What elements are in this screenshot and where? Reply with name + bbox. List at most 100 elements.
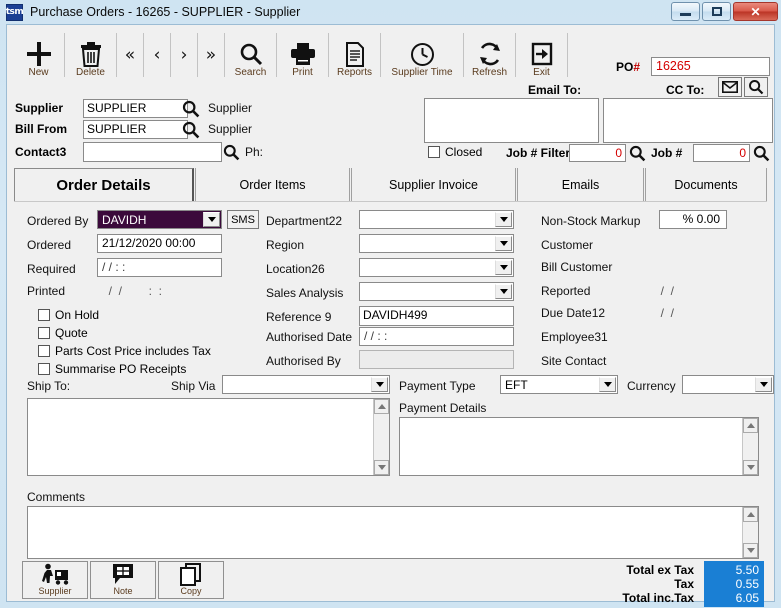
parts-cost-price-includes-tax-checkbox[interactable]: Parts Cost Price includes Tax: [38, 344, 211, 358]
region-select[interactable]: [359, 234, 514, 253]
chevron-down-icon[interactable]: [495, 284, 512, 299]
next-record-button[interactable]: ›: [173, 30, 195, 80]
contact-field[interactable]: [83, 142, 222, 162]
copy-icon: [179, 562, 203, 586]
job-filter-lookup-button[interactable]: [628, 144, 647, 163]
chevron-down-icon[interactable]: [371, 377, 388, 392]
chevron-down-icon[interactable]: [495, 260, 512, 275]
bill-from-field[interactable]: SUPPLIER: [83, 120, 188, 139]
toolbar-separator: [463, 33, 464, 77]
chevron-down-icon[interactable]: [203, 212, 220, 227]
department-label: Department22: [266, 214, 342, 228]
reported-value: / /: [654, 284, 674, 298]
chevron-down-icon[interactable]: [755, 377, 772, 392]
reports-button-label: Reports: [337, 67, 372, 78]
quote-checkbox[interactable]: Quote: [38, 326, 88, 340]
email-to-field[interactable]: [424, 98, 599, 143]
sms-button[interactable]: SMS: [227, 210, 259, 229]
chevron-down-icon[interactable]: [599, 377, 616, 392]
scroll-down-button[interactable]: [743, 460, 758, 475]
cc-to-field[interactable]: [603, 98, 773, 143]
sales-analysis-select[interactable]: [359, 282, 514, 301]
currency-select[interactable]: [682, 375, 774, 394]
contact-label: Contact3: [15, 145, 66, 159]
ship-to-label: Ship To:: [27, 379, 70, 393]
sales-analysis-label: Sales Analysis: [266, 286, 343, 300]
ship-to-textarea[interactable]: [27, 398, 390, 476]
search-icon: [753, 145, 770, 162]
job-number-field[interactable]: 0: [693, 144, 750, 162]
ship-via-select[interactable]: [222, 375, 390, 394]
toolbar-separator: [380, 33, 381, 77]
on-hold-checkbox[interactable]: On Hold: [38, 308, 99, 322]
scroll-up-button[interactable]: [743, 507, 758, 522]
delete-button[interactable]: Delete: [67, 30, 114, 80]
previous-icon: ‹: [154, 47, 161, 64]
authorised-date-field[interactable]: / / : :: [359, 327, 514, 346]
bill-from-lookup-button[interactable]: [181, 120, 201, 139]
contact-lookup-button[interactable]: [222, 143, 241, 162]
reported-label: Reported: [541, 284, 590, 298]
exit-button[interactable]: Exit: [518, 30, 565, 80]
payment-details-textarea[interactable]: [399, 417, 759, 476]
supplier-field[interactable]: SUPPLIER: [83, 99, 188, 118]
job-filter-field[interactable]: 0: [569, 144, 626, 162]
ship-to-scrollbar[interactable]: [373, 399, 389, 475]
search-button[interactable]: Search: [227, 30, 274, 80]
scroll-up-button[interactable]: [743, 418, 758, 433]
tab-supplier-invoice[interactable]: Supplier Invoice: [351, 168, 516, 201]
tab-order-items[interactable]: Order Items: [195, 168, 350, 201]
supplier-time-button[interactable]: Supplier Time: [383, 30, 461, 80]
closed-checkbox[interactable]: Closed: [428, 145, 482, 159]
supplier-description: Supplier: [208, 101, 252, 115]
ordered-by-value: DAVIDH: [102, 213, 146, 227]
authorised-date-label: Authorised Date: [266, 330, 352, 344]
previous-record-button[interactable]: ‹: [146, 30, 168, 80]
ordered-date-field[interactable]: 21/12/2020 00:00: [97, 234, 222, 253]
chevron-down-icon[interactable]: [495, 212, 512, 227]
location-select[interactable]: [359, 258, 514, 277]
comments-textarea[interactable]: [27, 506, 759, 559]
summarise-po-receipts-checkbox[interactable]: Summarise PO Receipts: [38, 362, 186, 376]
location-label: Location26: [266, 262, 325, 276]
window-title: Purchase Orders - 16265 - SUPPLIER - Sup…: [30, 5, 300, 19]
send-email-button[interactable]: [718, 77, 742, 97]
chevron-down-icon[interactable]: [495, 236, 512, 251]
maximize-button[interactable]: [702, 2, 731, 21]
job-filter-label: Job # Filter: [506, 146, 570, 160]
email-lookup-button[interactable]: [744, 77, 768, 97]
ordered-by-select[interactable]: DAVIDH: [97, 210, 222, 229]
supplier-footer-button[interactable]: Supplier: [22, 561, 88, 599]
print-button[interactable]: Print: [279, 30, 326, 80]
department-select[interactable]: [359, 210, 514, 229]
reports-button[interactable]: Reports: [331, 30, 378, 80]
supplier-lookup-button[interactable]: [181, 99, 201, 118]
last-record-button[interactable]: »: [200, 30, 222, 80]
tab-documents[interactable]: Documents: [645, 168, 767, 201]
job-number-lookup-button[interactable]: [752, 144, 771, 163]
search-icon: [629, 145, 646, 162]
supplier-footer-label: Supplier: [38, 586, 71, 596]
search-icon: [223, 144, 240, 161]
copy-button[interactable]: Copy: [158, 561, 224, 599]
next-icon: ›: [181, 47, 188, 64]
po-number-field[interactable]: 16265: [651, 57, 770, 76]
payment-type-select[interactable]: EFT: [500, 375, 618, 394]
payment-details-scrollbar[interactable]: [742, 418, 758, 475]
checkbox-box: [38, 363, 50, 375]
refresh-button[interactable]: Refresh: [466, 30, 513, 80]
tab-emails[interactable]: Emails: [517, 168, 644, 201]
scroll-down-button[interactable]: [743, 543, 758, 558]
non-stock-markup-field[interactable]: % 0.00: [659, 210, 727, 229]
tab-order-details[interactable]: Order Details: [14, 168, 194, 201]
first-record-button[interactable]: «: [119, 30, 141, 80]
scroll-up-button[interactable]: [374, 399, 389, 414]
scroll-down-button[interactable]: [374, 460, 389, 475]
minimize-button[interactable]: [671, 2, 700, 21]
comments-scrollbar[interactable]: [742, 507, 758, 558]
note-button[interactable]: Note: [90, 561, 156, 599]
new-button[interactable]: New: [15, 30, 62, 80]
required-date-field[interactable]: / / : :: [97, 258, 222, 277]
reference-field[interactable]: DAVIDH499: [359, 306, 514, 326]
close-button[interactable]: ✕: [733, 2, 778, 21]
